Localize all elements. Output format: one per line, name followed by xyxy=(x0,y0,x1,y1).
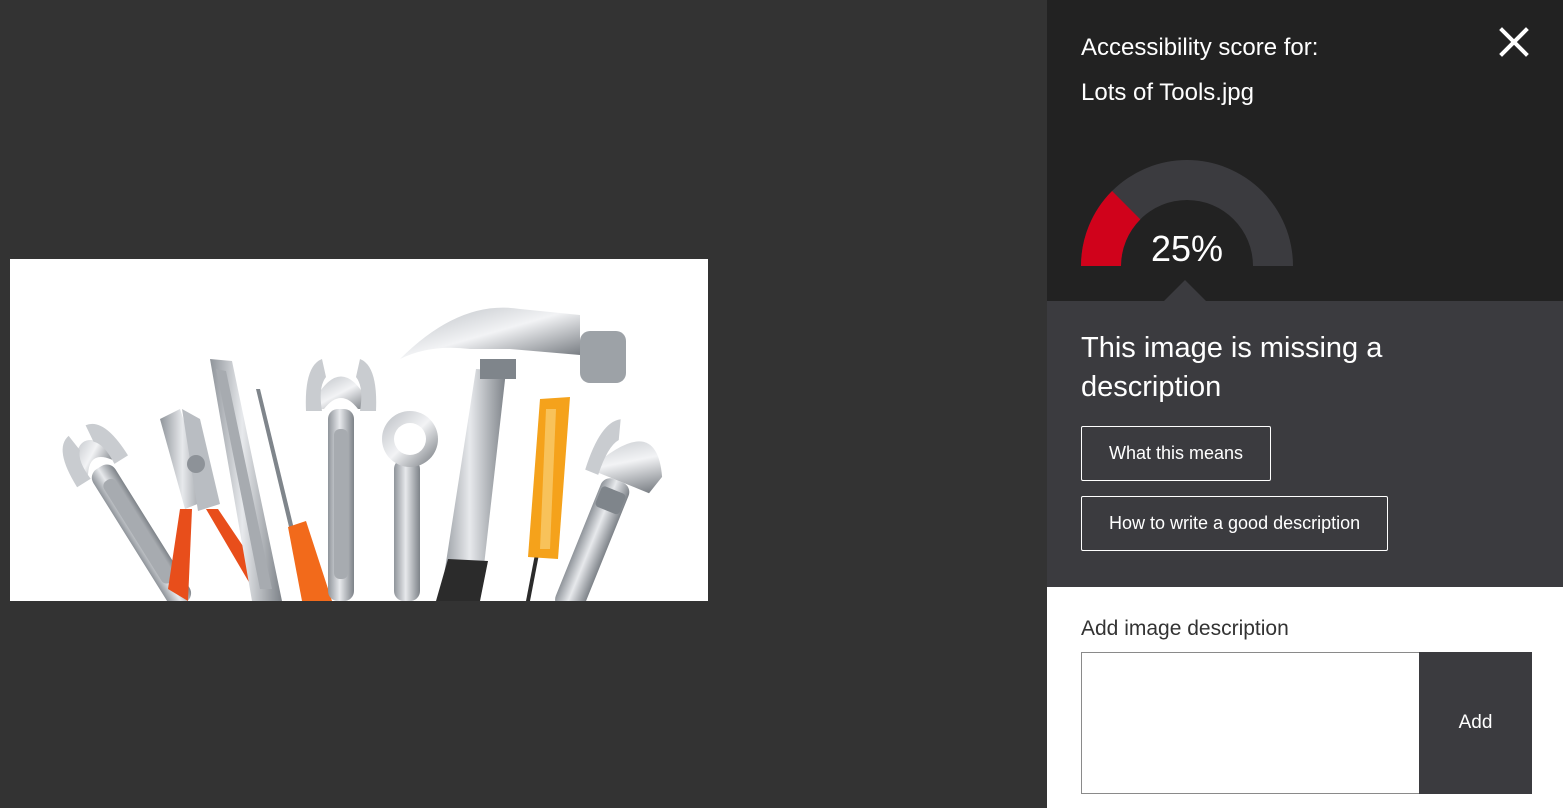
add-button[interactable]: Add xyxy=(1419,652,1532,794)
score-value: 25% xyxy=(1150,228,1224,269)
screwdriver-yellow xyxy=(526,397,570,601)
how-to-write-button[interactable]: How to write a good description xyxy=(1081,496,1389,551)
accessibility-panel: Accessibility score for: Lots of Tools.j… xyxy=(1047,0,1563,808)
close-icon xyxy=(1499,27,1529,57)
what-this-means-button[interactable]: What this means xyxy=(1081,426,1272,481)
description-input[interactable] xyxy=(1081,652,1420,794)
tools-photo xyxy=(10,259,708,601)
score-header: Accessibility score for: Lots of Tools.j… xyxy=(1047,0,1563,302)
ring-spanner xyxy=(382,411,438,601)
close-button[interactable] xyxy=(1496,24,1532,60)
description-label: Add image description xyxy=(1081,617,1289,640)
image-filename: Lots of Tools.jpg xyxy=(1081,79,1255,106)
file-tool xyxy=(210,359,282,601)
score-gauge: 25% xyxy=(1081,160,1293,269)
status-section: This image is missing a description What… xyxy=(1047,301,1563,587)
pointer-arrow xyxy=(1163,280,1207,302)
image-viewer xyxy=(0,0,1047,808)
panel-header-label: Accessibility score for: xyxy=(1081,34,1319,61)
status-title: This image is missing a description xyxy=(1081,332,1383,403)
